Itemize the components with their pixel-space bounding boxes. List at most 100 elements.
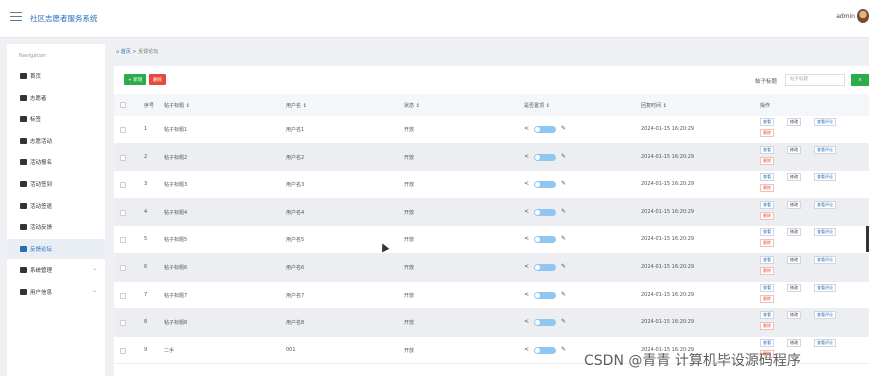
view-button[interactable]: 查看 bbox=[760, 311, 774, 320]
sidebar-item-label: 志愿者 bbox=[30, 95, 47, 102]
delete-row-button[interactable]: 删除 bbox=[760, 156, 774, 165]
sidebar-item-label: 反馈论坛 bbox=[30, 246, 53, 253]
delete-row-button[interactable]: 删除 bbox=[760, 211, 774, 220]
sidebar-item[interactable]: 活动签退 bbox=[7, 196, 105, 216]
column-header[interactable]: 操作 bbox=[760, 102, 770, 109]
column-header[interactable]: 用户名 ↕ bbox=[286, 102, 307, 109]
view-comments-button[interactable]: 查看评论 bbox=[814, 338, 836, 347]
delete-button[interactable]: 删除 bbox=[149, 74, 166, 85]
sidebar-item[interactable]: 标签 bbox=[7, 109, 105, 129]
view-button[interactable]: 查看 bbox=[760, 338, 774, 347]
edit-button[interactable]: 修改 bbox=[787, 173, 801, 182]
view-button[interactable]: 查看 bbox=[760, 173, 774, 182]
status: 开放 bbox=[404, 320, 415, 327]
pin-toggle[interactable] bbox=[534, 319, 556, 327]
row-checkbox[interactable] bbox=[120, 347, 126, 354]
row-checkbox[interactable] bbox=[120, 182, 126, 189]
delete-row-button[interactable]: 删除 bbox=[760, 294, 774, 303]
view-comments-button[interactable]: 查看评论 bbox=[814, 228, 836, 237]
sidebar-item[interactable]: 志愿活动 bbox=[7, 131, 105, 151]
view-button[interactable]: 查看 bbox=[760, 118, 774, 126]
edit-icon: ✎ bbox=[561, 263, 567, 270]
delete-row-button[interactable]: 删除 bbox=[760, 184, 774, 193]
view-button[interactable]: 查看 bbox=[760, 145, 774, 154]
edit-icon: ✎ bbox=[561, 152, 567, 160]
view-button[interactable]: 查看 bbox=[760, 200, 774, 209]
sidebar-item[interactable]: 志愿者 bbox=[7, 88, 105, 108]
edit-button[interactable]: 修改 bbox=[787, 311, 801, 320]
share-icon: < bbox=[524, 263, 530, 270]
row-checkbox[interactable] bbox=[120, 265, 126, 271]
column-header[interactable]: 是否置顶 ↕ bbox=[524, 102, 550, 109]
user-name[interactable]: admin bbox=[836, 13, 855, 20]
sidebar-item[interactable]: 活动签到 bbox=[7, 174, 105, 194]
column-header[interactable]: 序号 bbox=[144, 102, 154, 109]
search-button[interactable]: ⌕ bbox=[851, 74, 869, 86]
menu-item-icon bbox=[20, 116, 27, 123]
menu-item-icon bbox=[20, 137, 27, 144]
post-title: 帖子标题7 bbox=[164, 292, 188, 299]
table-panel: + 新增 删除 帖子标题 帖子标题 ⌕ 序号 帖子标题 ↕ 用户名 ↕ 状态 ↕ 是否置… bbox=[114, 66, 869, 376]
row-checkbox[interactable] bbox=[120, 127, 126, 133]
edit-button[interactable]: 修改 bbox=[787, 145, 801, 154]
row-checkbox[interactable] bbox=[120, 237, 126, 244]
edit-icon: ✎ bbox=[561, 318, 567, 326]
pin-toggle[interactable] bbox=[534, 208, 556, 216]
column-header[interactable]: 回复时间 ↕ bbox=[641, 102, 667, 109]
column-header[interactable]: 帖子标题 ↕ bbox=[164, 102, 190, 109]
edit-button[interactable]: 修改 bbox=[787, 338, 801, 347]
row-checkbox[interactable] bbox=[120, 292, 126, 299]
view-comments-button[interactable]: 查看评论 bbox=[814, 118, 836, 126]
view-comments-button[interactable]: 查看评论 bbox=[814, 256, 836, 264]
row-index: 7 bbox=[144, 291, 148, 298]
delete-row-button[interactable]: 删除 bbox=[760, 239, 774, 248]
menu-icon[interactable] bbox=[10, 12, 22, 22]
status: 开放 bbox=[404, 265, 415, 271]
pin-toggle[interactable] bbox=[534, 181, 556, 189]
pin-toggle[interactable] bbox=[534, 346, 556, 354]
row-checkbox[interactable] bbox=[120, 209, 126, 216]
view-comments-button[interactable]: 查看评论 bbox=[814, 173, 836, 182]
sidebar-item-label: 活动报名 bbox=[30, 160, 53, 167]
pin-toggle[interactable] bbox=[534, 126, 556, 133]
row-checkbox[interactable] bbox=[120, 154, 126, 161]
edit-button[interactable]: 修改 bbox=[787, 256, 801, 264]
edit-button[interactable]: 修改 bbox=[787, 283, 801, 292]
column-header[interactable]: 状态 ↕ bbox=[404, 102, 420, 109]
add-button[interactable]: + 新增 bbox=[124, 74, 147, 85]
edit-button[interactable]: 修改 bbox=[787, 200, 801, 209]
sidebar-item[interactable]: 反馈论坛 bbox=[7, 238, 105, 259]
menu-item-icon bbox=[20, 224, 27, 231]
pin-toggle[interactable] bbox=[534, 153, 556, 161]
sidebar-item[interactable]: 用户信息 ⌄ bbox=[7, 282, 105, 302]
reply-time: 2024-01-15 16:20:29 bbox=[641, 264, 695, 270]
delete-row-button[interactable]: 删除 bbox=[760, 267, 774, 275]
view-button[interactable]: 查看 bbox=[760, 283, 774, 292]
view-button[interactable]: 查看 bbox=[760, 256, 774, 264]
sidebar-item[interactable]: 活动报名 bbox=[7, 152, 105, 172]
edit-button[interactable]: 修改 bbox=[787, 118, 801, 126]
user-name: 用户名5 bbox=[286, 237, 305, 244]
pin-toggle[interactable] bbox=[534, 264, 556, 271]
view-comments-button[interactable]: 查看评论 bbox=[814, 283, 836, 292]
delete-row-button[interactable]: 删除 bbox=[760, 322, 774, 331]
view-comments-button[interactable]: 查看评论 bbox=[814, 200, 836, 209]
view-comments-button[interactable]: 查看评论 bbox=[814, 145, 836, 154]
sidebar-item[interactable]: 首页 bbox=[7, 66, 105, 86]
pin-toggle[interactable] bbox=[534, 236, 556, 244]
search-input[interactable]: 帖子标题 bbox=[785, 74, 845, 86]
view-button[interactable]: 查看 bbox=[760, 228, 774, 237]
pin-toggle[interactable] bbox=[534, 291, 556, 299]
avatar[interactable] bbox=[857, 9, 869, 23]
edit-button[interactable]: 修改 bbox=[787, 228, 801, 237]
breadcrumb-home[interactable]: 首页 bbox=[121, 49, 131, 55]
view-comments-button[interactable]: 查看评论 bbox=[814, 311, 836, 320]
delete-row-button[interactable]: 删除 bbox=[760, 129, 774, 137]
select-all-checkbox[interactable] bbox=[120, 102, 126, 108]
reply-time: 2024-01-15 16:20:29 bbox=[641, 153, 695, 160]
sidebar-item-label: 活动签到 bbox=[30, 182, 53, 188]
sidebar-item[interactable]: 活动反馈 bbox=[7, 217, 105, 237]
reply-time: 2024-01-15 16:20:29 bbox=[641, 236, 695, 243]
sidebar-item[interactable]: 系统管理 ⌄ bbox=[7, 260, 105, 280]
row-checkbox[interactable] bbox=[120, 320, 126, 327]
